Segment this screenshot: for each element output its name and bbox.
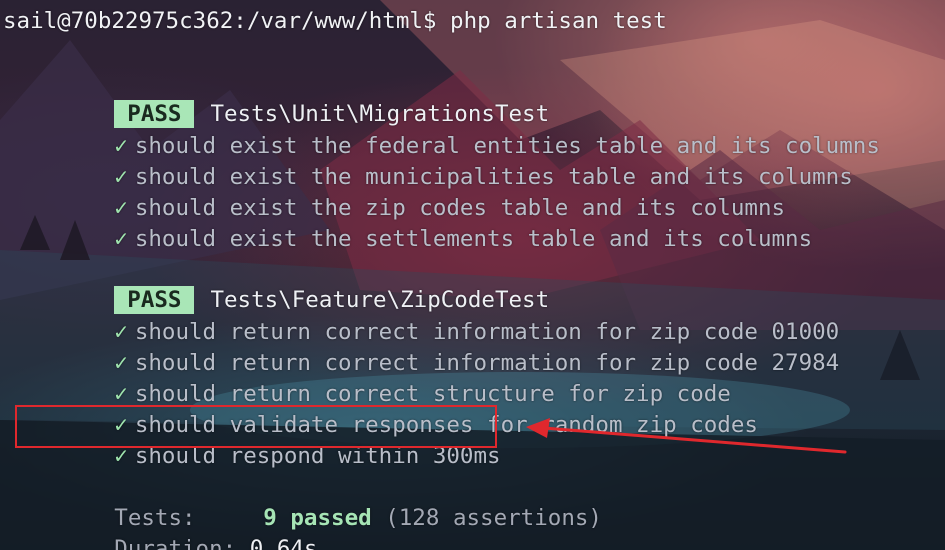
terminal-window[interactable]: sail@70b22975c362:/var/www/html$ php art…	[0, 0, 945, 550]
annotation-highlight-box	[15, 405, 497, 448]
test-result-line: ✓ should return correct information for z…	[33, 286, 839, 345]
summary-duration-label: Duration:	[114, 536, 237, 550]
test-result-line: ✓ should return correct structure for zip…	[33, 348, 731, 407]
suite-header-unit: PASS Tests\Unit\MigrationsTest	[33, 68, 549, 128]
suite-header-feature: PASS Tests\Feature\ZipCodeTest	[33, 254, 549, 314]
test-result-line: ✓ should exist the zip codes table and it…	[33, 162, 785, 221]
summary-duration-value: 0.64s	[249, 536, 318, 550]
command-prompt: sail@70b22975c362:/var/www/html$ php art…	[3, 8, 667, 34]
test-description: should exist the settlements table and i…	[134, 226, 813, 252]
check-icon: ✓	[114, 226, 128, 252]
annotation-arrow-icon	[526, 418, 847, 454]
summary-duration: Duration: 0.64s	[33, 503, 317, 550]
test-result-line: ✓ should exist the municipalities table a…	[33, 131, 853, 190]
summary-assertions: (128 assertions)	[385, 505, 602, 531]
summary-tests: Tests: 9 passed (128 assertions)	[33, 472, 602, 531]
test-result-line: ✓ should exist the settlements table and …	[33, 193, 812, 252]
test-result-line: ✓ should exist the federal entities table…	[33, 100, 880, 159]
test-result-line: ✓ should return correct information for z…	[33, 317, 839, 376]
